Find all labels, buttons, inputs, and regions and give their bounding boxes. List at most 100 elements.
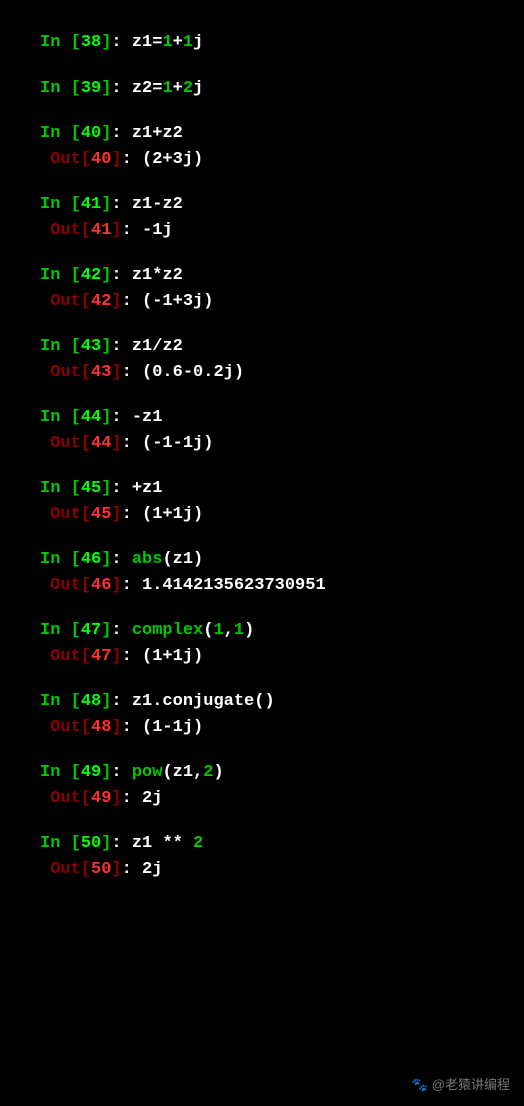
prompt-colon: :: [111, 266, 131, 285]
input-line[interactable]: In [38]: z1=1+1j: [40, 30, 516, 56]
input-line[interactable]: In [47]: complex(1,1): [40, 618, 516, 644]
bracket-close: ]: [101, 33, 111, 52]
code-input[interactable]: +z1: [132, 479, 163, 498]
prompt-colon: :: [111, 692, 131, 711]
input-line[interactable]: In [49]: pow(z1,2): [40, 760, 516, 786]
code-token: ): [244, 621, 254, 640]
input-line[interactable]: In [44]: -z1: [40, 405, 516, 431]
code-input[interactable]: pow(z1,2): [132, 763, 224, 782]
output-value: (0.6-0.2j): [142, 363, 244, 382]
output-value: (-1-1j): [142, 434, 213, 453]
out-prompt-label: Out: [50, 150, 81, 169]
code-token: 1: [162, 33, 172, 52]
code-input[interactable]: -z1: [132, 408, 163, 427]
bracket-open: [: [81, 363, 91, 382]
bracket-close: ]: [101, 266, 111, 285]
in-prompt-number: 50: [81, 834, 101, 853]
bracket-close: ]: [101, 408, 111, 427]
code-token: ,: [224, 621, 234, 640]
code-token: *: [152, 266, 162, 285]
out-prompt-label: Out: [50, 505, 81, 524]
bracket-close: ]: [111, 363, 121, 382]
watermark: 🐾@老猿讲编程: [412, 1075, 510, 1095]
input-line[interactable]: In [43]: z1/z2: [40, 334, 516, 360]
prompt-colon: :: [122, 860, 142, 879]
output-line: Out[42]: (-1+3j): [40, 289, 516, 315]
out-prompt-number: 40: [91, 150, 111, 169]
out-prompt-label: Out: [50, 221, 81, 240]
bracket-open: [: [81, 150, 91, 169]
input-line[interactable]: In [48]: z1.conjugate(): [40, 689, 516, 715]
bracket-close: ]: [111, 150, 121, 169]
code-input[interactable]: z1 ** 2: [132, 834, 203, 853]
bracket-close: ]: [101, 692, 111, 711]
output-line: Out[40]: (2+3j): [40, 147, 516, 173]
out-prompt-number: 49: [91, 789, 111, 808]
code-token: z1.conjugate(): [132, 692, 275, 711]
prompt-colon: :: [111, 33, 131, 52]
out-prompt-number: 44: [91, 434, 111, 453]
in-prompt-number: 39: [81, 79, 101, 98]
output-line: Out[45]: (1+1j): [40, 502, 516, 528]
code-input[interactable]: complex(1,1): [132, 621, 254, 640]
prompt-colon: :: [122, 505, 142, 524]
out-prompt-number: 45: [91, 505, 111, 524]
code-input[interactable]: z1+z2: [132, 124, 183, 143]
in-prompt-number: 45: [81, 479, 101, 498]
code-token: z2: [162, 124, 182, 143]
input-line[interactable]: In [41]: z1-z2: [40, 192, 516, 218]
code-token: j: [193, 79, 203, 98]
bracket-open: [: [81, 718, 91, 737]
code-token: -: [132, 408, 142, 427]
ipython-cell: In [47]: complex(1,1) Out[47]: (1+1j): [40, 618, 516, 669]
code-token: 2: [193, 834, 203, 853]
code-input[interactable]: z1/z2: [132, 337, 183, 356]
bracket-close: ]: [111, 292, 121, 311]
bracket-open: [: [81, 576, 91, 595]
prompt-colon: :: [122, 292, 142, 311]
prompt-colon: :: [111, 479, 131, 498]
code-input[interactable]: z1-z2: [132, 195, 183, 214]
bracket-close: ]: [111, 576, 121, 595]
in-prompt-label: In: [40, 479, 71, 498]
code-input[interactable]: z1.conjugate(): [132, 692, 275, 711]
output-line: Out[50]: 2j: [40, 857, 516, 883]
in-prompt-label: In: [40, 621, 71, 640]
input-line[interactable]: In [45]: +z1: [40, 476, 516, 502]
out-prompt-number: 42: [91, 292, 111, 311]
in-prompt-number: 44: [81, 408, 101, 427]
output-line: Out[49]: 2j: [40, 786, 516, 812]
code-input[interactable]: abs(z1): [132, 550, 203, 569]
out-prompt-number: 50: [91, 860, 111, 879]
out-prompt-number: 47: [91, 647, 111, 666]
ipython-cell: In [46]: abs(z1) Out[46]: 1.414213562373…: [40, 547, 516, 598]
bracket-close: ]: [101, 337, 111, 356]
bracket-close: ]: [101, 124, 111, 143]
code-token: z1: [132, 33, 152, 52]
bracket-open: [: [71, 763, 81, 782]
input-line[interactable]: In [42]: z1*z2: [40, 263, 516, 289]
code-token: abs: [132, 550, 163, 569]
code-input[interactable]: z1=1+1j: [132, 33, 203, 52]
input-line[interactable]: In [46]: abs(z1): [40, 547, 516, 573]
bracket-close: ]: [111, 505, 121, 524]
out-prompt-label: Out: [50, 647, 81, 666]
code-token: 1: [162, 79, 172, 98]
code-token: (z1): [162, 550, 203, 569]
in-prompt-label: In: [40, 337, 71, 356]
code-token: 1: [234, 621, 244, 640]
prompt-colon: :: [111, 834, 131, 853]
in-prompt-number: 47: [81, 621, 101, 640]
ipython-cell: In [39]: z2=1+2j: [40, 76, 516, 102]
output-line: Out[46]: 1.4142135623730951: [40, 573, 516, 599]
prompt-colon: :: [111, 195, 131, 214]
prompt-colon: :: [122, 647, 142, 666]
input-line[interactable]: In [40]: z1+z2: [40, 121, 516, 147]
input-line[interactable]: In [39]: z2=1+2j: [40, 76, 516, 102]
code-token: 2: [183, 79, 193, 98]
bracket-close: ]: [101, 763, 111, 782]
input-line[interactable]: In [50]: z1 ** 2: [40, 831, 516, 857]
code-input[interactable]: z2=1+2j: [132, 79, 203, 98]
code-token: z2: [132, 79, 152, 98]
code-input[interactable]: z1*z2: [132, 266, 183, 285]
